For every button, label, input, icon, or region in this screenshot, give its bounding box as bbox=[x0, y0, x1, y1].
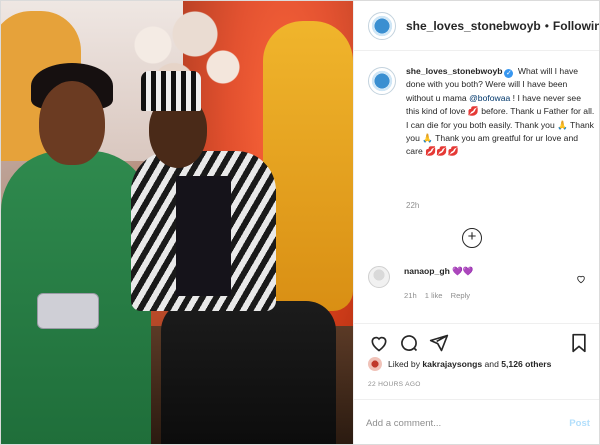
verified-badge-icon: ✓ bbox=[504, 69, 514, 78]
likes-and: and bbox=[484, 359, 499, 369]
comment-username[interactable]: nanaop_gh bbox=[404, 266, 450, 276]
liker-username[interactable]: kakrajaysongs bbox=[422, 359, 482, 369]
photo-man-cap bbox=[141, 71, 201, 111]
comment-icon[interactable] bbox=[396, 330, 422, 356]
photo-man-shirt bbox=[176, 176, 231, 296]
comment-item: nanaop_gh 💜💜 21h 1 like Reply bbox=[368, 266, 594, 300]
comment-body: nanaop_gh 💜💜 21h 1 like Reply bbox=[404, 266, 476, 300]
add-comment-input[interactable] bbox=[366, 417, 570, 429]
caption-mention-link[interactable]: @bofowaa bbox=[469, 93, 510, 103]
likes-prefix: Liked by bbox=[388, 359, 421, 369]
post-timestamp: 22 HOURS AGO bbox=[368, 381, 421, 388]
photo-guest-right bbox=[263, 21, 353, 311]
photo-clutch-bag bbox=[37, 293, 99, 329]
author-username[interactable]: she_loves_stonebwoyb bbox=[406, 19, 541, 33]
author-avatar[interactable] bbox=[368, 11, 396, 40]
comment-meta: 21h 1 like Reply bbox=[404, 291, 476, 300]
photo-woman-face bbox=[39, 81, 105, 165]
comment-time: 21h bbox=[404, 291, 417, 300]
comment-text: nanaop_gh 💜💜 bbox=[404, 266, 476, 277]
add-comment-bar: Post bbox=[354, 399, 599, 444]
header-separator: • bbox=[544, 18, 549, 33]
likes-summary: Liked by kakrajaysongs and 5,126 others bbox=[368, 357, 551, 371]
caption-username[interactable]: she_loves_stonebwoyb bbox=[406, 66, 502, 76]
post-actions-bar bbox=[354, 323, 599, 361]
photo-man-legs bbox=[161, 301, 336, 444]
following-button[interactable]: Following bbox=[553, 19, 599, 33]
load-more-comments-button[interactable]: + bbox=[462, 228, 482, 248]
bookmark-icon[interactable] bbox=[566, 330, 592, 356]
likes-count[interactable]: 5,126 others bbox=[501, 359, 551, 369]
comment-like-count[interactable]: 1 like bbox=[425, 291, 443, 300]
post-header: she_loves_stonebwoyb • Following bbox=[354, 1, 599, 51]
caption-timestamp: 22h bbox=[406, 201, 420, 210]
comment-reply-button[interactable]: Reply bbox=[451, 291, 470, 300]
liker-avatar[interactable] bbox=[368, 357, 382, 371]
caption-avatar[interactable] bbox=[368, 67, 396, 95]
post-caption: she_loves_stonebwoyb ✓ What will I have d… bbox=[368, 65, 596, 159]
heart-icon[interactable] bbox=[366, 330, 392, 356]
caption-text: she_loves_stonebwoyb ✓ What will I have d… bbox=[406, 65, 596, 159]
lips-emoji-group-icon: 💋💋💋 bbox=[425, 146, 459, 157]
post-comment-button[interactable]: Post bbox=[569, 418, 590, 429]
post-photo[interactable] bbox=[1, 1, 353, 444]
instagram-post-frame: she_loves_stonebwoyb • Following she_lov… bbox=[0, 0, 600, 445]
share-icon[interactable] bbox=[426, 330, 452, 356]
lips-emoji-icon: 💋 bbox=[467, 106, 479, 117]
comment-avatar[interactable] bbox=[368, 266, 390, 288]
comment-message: 💜💜 bbox=[452, 266, 474, 276]
comment-like-heart-icon[interactable] bbox=[576, 274, 586, 287]
post-side-panel: she_loves_stonebwoyb • Following she_lov… bbox=[353, 1, 599, 444]
